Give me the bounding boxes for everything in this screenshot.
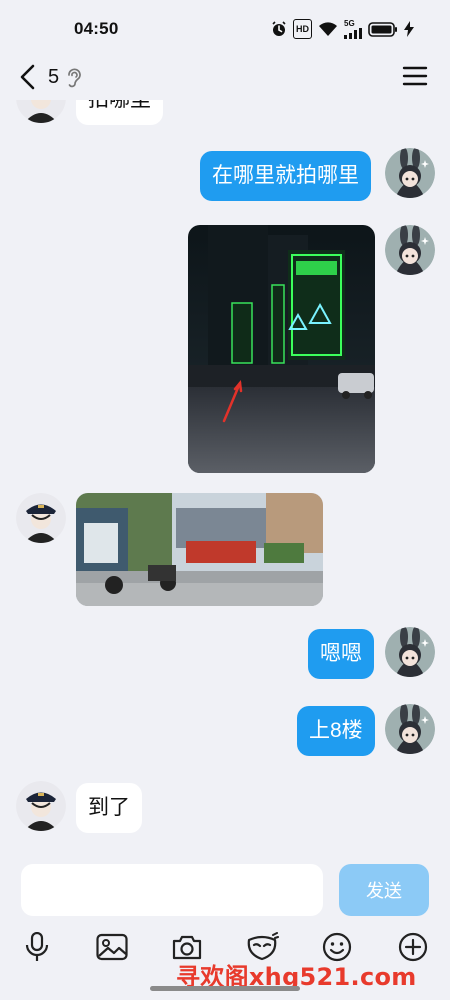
battery-icon — [368, 19, 398, 39]
contact-avatar[interactable] — [16, 493, 66, 543]
menu-icon — [402, 66, 428, 86]
voice-button[interactable] — [20, 930, 54, 964]
wifi-icon — [318, 19, 338, 39]
message-image-outgoing[interactable] — [188, 225, 375, 473]
message-list[interactable]: 拍哪里 在哪里就拍哪里 — [0, 100, 450, 856]
my-avatar[interactable] — [385, 704, 435, 754]
chat-header: 5 — [0, 56, 450, 100]
contact-avatar[interactable] — [16, 781, 66, 831]
photo-button[interactable] — [95, 930, 129, 964]
message-text: 上8楼 — [309, 719, 363, 742]
back-arrow-icon — [20, 64, 35, 90]
my-avatar[interactable] — [385, 627, 435, 677]
image-icon — [96, 933, 128, 961]
contact-avatar[interactable] — [16, 100, 66, 123]
input-bar: 发送 寻欢阁xhg521.com — [0, 856, 450, 1000]
alarm-icon — [271, 19, 287, 39]
signal-icon: 5G — [344, 19, 362, 39]
back-button[interactable] — [14, 62, 42, 92]
menu-button[interactable] — [402, 65, 428, 87]
message-text: 嗯嗯 — [320, 642, 362, 665]
message-text: 在哪里就拍哪里 — [212, 164, 359, 187]
ear-icon[interactable] — [66, 66, 82, 90]
message-bubble-outgoing[interactable]: 嗯嗯 — [308, 629, 374, 679]
network-label: 5G — [344, 18, 355, 28]
message-input[interactable] — [21, 864, 323, 916]
status-time: 04:50 — [74, 19, 119, 38]
home-indicator[interactable] — [150, 986, 300, 991]
hd-icon: HD — [293, 19, 312, 39]
status-bar: 04:50 HD 5G — [0, 0, 450, 56]
my-avatar[interactable] — [385, 225, 435, 275]
message-text: 到了 — [88, 796, 130, 819]
send-button[interactable]: 发送 — [339, 864, 429, 916]
my-avatar[interactable] — [385, 148, 435, 198]
chat-title: 5 — [48, 66, 60, 88]
message-bubble-outgoing[interactable]: 在哪里就拍哪里 — [200, 151, 371, 201]
message-text: 拍哪里 — [88, 100, 151, 111]
microphone-icon — [25, 932, 49, 961]
message-bubble-incoming[interactable]: 拍哪里 — [76, 100, 163, 125]
message-bubble-outgoing[interactable]: 上8楼 — [297, 706, 375, 756]
charging-icon — [404, 19, 414, 39]
message-image-incoming[interactable] — [76, 493, 323, 606]
message-bubble-incoming[interactable]: 到了 — [76, 783, 142, 833]
status-icons: HD 5G — [271, 19, 414, 39]
